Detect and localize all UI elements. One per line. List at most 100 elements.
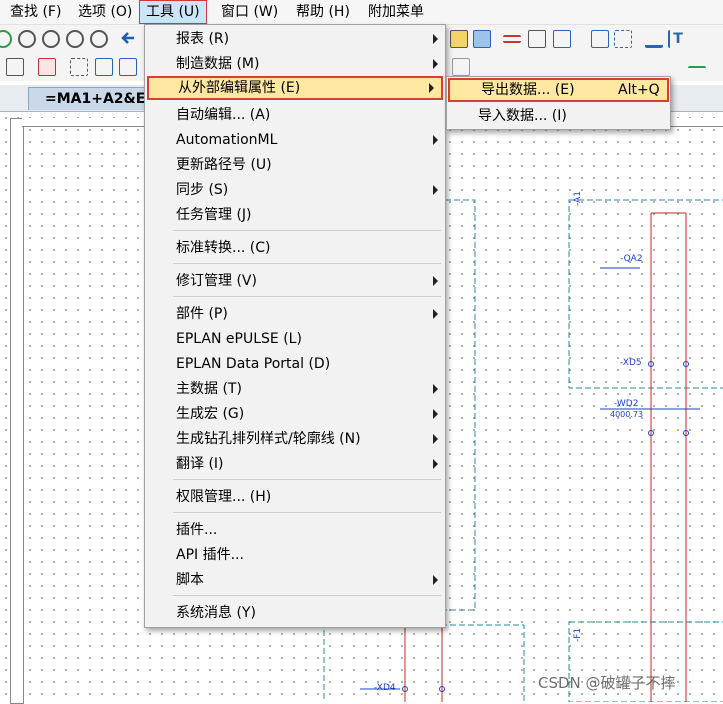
menu-item-manufacturing-data[interactable]: 制造数据 (M) (145, 52, 445, 76)
zoom-100-icon[interactable] (90, 30, 108, 48)
table-icon[interactable] (450, 30, 468, 48)
menu-item-label: 自动编辑... (A) (176, 107, 271, 123)
menu-item-drilling-patterns[interactable]: 生成钻孔排列样式/轮廓线 (N) (145, 427, 445, 451)
menu-help[interactable]: 帮助 (H) (290, 2, 356, 22)
menu-item-label: 翻译 (I) (176, 456, 224, 472)
menu-separator (173, 230, 441, 231)
label-qa2: -QA2 (620, 254, 643, 264)
menu-item-revision-management[interactable]: 修订管理 (V) (145, 269, 445, 293)
misc-icon[interactable] (452, 58, 470, 76)
marquee-icon[interactable] (614, 30, 632, 48)
menu-item-import-data[interactable]: 导入数据... (I) (447, 104, 670, 128)
menu-item-parts[interactable]: 部件 (P) (145, 302, 445, 326)
menu-separator (173, 263, 441, 264)
menu-item-label: 插件... (176, 522, 218, 538)
menu-item-scripts[interactable]: 脚本 (145, 568, 445, 592)
connector-icon[interactable] (688, 66, 706, 70)
menu-item-sync[interactable]: 同步 (S) (145, 178, 445, 202)
label-wd2-value: 4000.73 (610, 410, 644, 419)
select-icon[interactable] (591, 30, 609, 48)
menu-find[interactable]: 查找 (F) (4, 2, 67, 22)
menu-bar: 查找 (F) 选项 (O) 工具 (U) 窗口 (W) 帮助 (H) 附加菜单 (0, 0, 723, 25)
submenu-arrow-icon (433, 384, 438, 394)
zoom-window-icon[interactable] (18, 30, 36, 48)
submenu-arrow-icon (433, 185, 438, 195)
tab-page[interactable]: =MA1+A2&EF (28, 87, 158, 110)
menu-item-auto-edit[interactable]: 自动编辑... (A) (145, 103, 445, 127)
back-arrow-icon[interactable] (120, 29, 138, 47)
menu-item-rights-management[interactable]: 权限管理... (H) (145, 485, 445, 509)
layout-icon[interactable] (6, 58, 24, 76)
report-icon[interactable] (38, 58, 56, 76)
menu-item-label: 导入数据... (I) (478, 108, 567, 124)
submenu-arrow-icon (433, 59, 438, 69)
menu-item-label: 标准转换... (C) (176, 240, 271, 256)
submenu-arrow-icon (433, 459, 438, 469)
submenu-arrow-icon (433, 34, 438, 44)
cart-icon[interactable] (645, 30, 663, 48)
menu-item-edit-properties-externally[interactable]: 从外部编辑属性 (E) (147, 76, 443, 100)
label-a1: -A1 (573, 191, 583, 206)
menu-item-automationml[interactable]: AutomationML (145, 128, 445, 152)
menu-item-update-path[interactable]: 更新路径号 (U) (145, 153, 445, 177)
zoom-in-icon[interactable] (42, 30, 60, 48)
label-f1: -F1 (573, 627, 583, 642)
menu-options[interactable]: 选项 (O) (72, 2, 138, 22)
menu-item-label: 系统消息 (Y) (176, 605, 256, 621)
frame-border-left (10, 118, 24, 704)
menu-item-api-addins[interactable]: API 插件... (145, 543, 445, 567)
grid-icon[interactable] (553, 30, 571, 48)
shortcut-label: Alt+Q (618, 82, 660, 98)
tools-menu: 报表 (R) 制造数据 (M) 从外部编辑属性 (E) 自动编辑... (A) … (144, 24, 446, 628)
menu-item-eplan-data-portal[interactable]: EPLAN Data Portal (D) (145, 352, 445, 376)
menu-item-eplan-epulse[interactable]: EPLAN ePULSE (L) (145, 327, 445, 351)
menu-item-task-manager[interactable]: 任务管理 (J) (145, 203, 445, 227)
menu-item-label: 报表 (R) (176, 31, 230, 47)
menu-item-translate[interactable]: 翻译 (I) (145, 452, 445, 476)
terminal-icon[interactable] (119, 58, 137, 76)
menu-item-label: 修订管理 (V) (176, 273, 257, 289)
submenu-arrow-icon (429, 83, 434, 93)
submenu-arrow-icon (433, 575, 438, 585)
menu-item-label: 脚本 (176, 572, 204, 588)
menu-item-system-messages[interactable]: 系统消息 (Y) (145, 601, 445, 625)
menu-item-label: 主数据 (T) (176, 381, 242, 397)
menu-item-label: 更新路径号 (U) (176, 157, 272, 173)
menu-window[interactable]: 窗口 (W) (215, 2, 284, 22)
window-icon[interactable] (473, 30, 491, 48)
submenu-arrow-icon (433, 135, 438, 145)
symbol-icon[interactable] (70, 58, 88, 76)
menu-item-label: 从外部编辑属性 (E) (178, 80, 301, 96)
menu-tools[interactable]: 工具 (U) (139, 0, 207, 24)
menu-item-label: EPLAN ePULSE (L) (176, 331, 302, 347)
menu-item-reports[interactable]: 报表 (R) (145, 27, 445, 51)
menu-item-label: 制造数据 (M) (176, 56, 260, 72)
menu-item-addins[interactable]: 插件... (145, 518, 445, 542)
submenu-arrow-icon (433, 276, 438, 286)
menu-item-label: 部件 (P) (176, 306, 228, 322)
submenu-arrow-icon (433, 434, 438, 444)
menu-item-master-data[interactable]: 主数据 (T) (145, 377, 445, 401)
zoom-out-icon[interactable] (66, 30, 84, 48)
menu-addons[interactable]: 附加菜单 (362, 2, 430, 22)
menu-item-label: API 插件... (176, 547, 244, 563)
menu-separator (173, 296, 441, 297)
wire-icon[interactable] (503, 35, 521, 43)
menu-item-standard-conversion[interactable]: 标准转换... (C) (145, 236, 445, 260)
menu-item-label: 同步 (S) (176, 182, 229, 198)
menu-item-label: AutomationML (176, 132, 278, 148)
device-icon[interactable] (95, 58, 113, 76)
refresh-icon[interactable] (0, 30, 12, 48)
label-wd2: -WD2 (614, 399, 639, 409)
menu-item-label: 任务管理 (J) (176, 207, 252, 223)
menu-separator (173, 512, 441, 513)
menu-item-generate-macros[interactable]: 生成宏 (G) (145, 402, 445, 426)
cable-icon[interactable] (528, 30, 546, 48)
menu-item-export-data[interactable]: 导出数据... (E) Alt+Q (448, 78, 669, 102)
menu-item-label: 生成钻孔排列样式/轮廓线 (N) (176, 431, 361, 447)
submenu-arrow-icon (433, 409, 438, 419)
label-xd4: -XD4 (374, 683, 396, 693)
text-icon[interactable]: T (668, 30, 686, 48)
menu-separator (173, 479, 441, 480)
menu-item-label: EPLAN Data Portal (D) (176, 356, 331, 372)
